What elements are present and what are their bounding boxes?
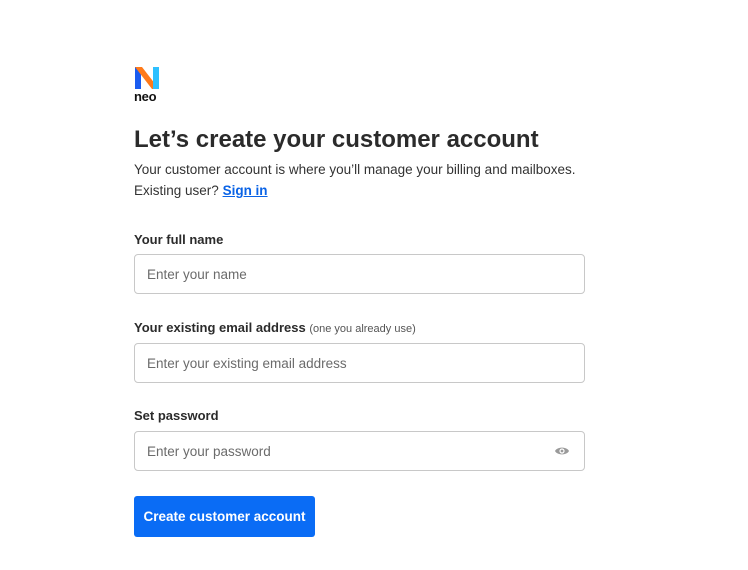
existing-user-text: Existing user? [134, 183, 219, 198]
page-subtitle: Your customer account is where you’ll ma… [134, 162, 576, 177]
password-label: Set password [134, 408, 219, 423]
email-label-text: Your existing email address [134, 320, 306, 335]
eye-icon[interactable] [554, 444, 570, 458]
password-input[interactable] [135, 432, 584, 470]
create-account-button[interactable]: Create customer account [134, 496, 315, 537]
email-field [134, 343, 585, 383]
email-label-hint: (one you already use) [309, 323, 416, 335]
full-name-input[interactable] [135, 255, 584, 293]
brand-logo: neo [134, 67, 164, 105]
full-name-field [134, 254, 585, 294]
brand-name: neo [134, 89, 157, 104]
email-input[interactable] [135, 344, 584, 382]
full-name-label: Your full name [134, 232, 224, 247]
email-label: Your existing email address (one you alr… [134, 320, 416, 337]
page-title: Let’s create your customer account [134, 126, 539, 153]
existing-user-line: Existing user? Sign in [134, 182, 268, 200]
sign-in-link[interactable]: Sign in [223, 183, 268, 198]
neo-n-logo-icon [135, 67, 159, 89]
password-field [134, 431, 585, 471]
